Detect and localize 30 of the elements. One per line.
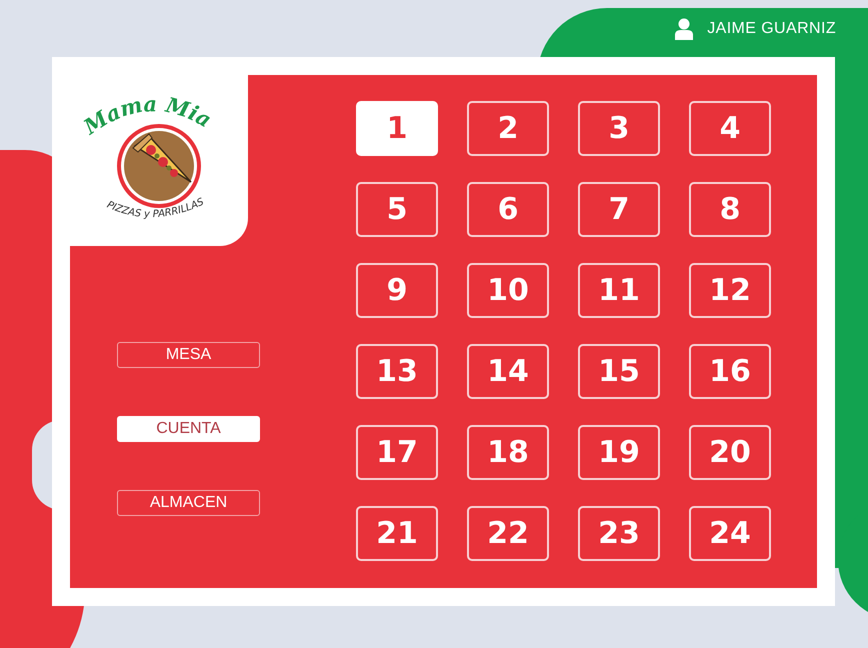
table-button[interactable]: 19	[578, 425, 660, 480]
table-button[interactable]: 11	[578, 263, 660, 318]
table-button[interactable]: 1	[356, 101, 438, 156]
table-button[interactable]: 17	[356, 425, 438, 480]
table-button[interactable]: 4	[689, 101, 771, 156]
logo-title: Mama Mia	[79, 90, 216, 139]
user-name: JAIME GUARNIZ	[707, 18, 836, 38]
table-button[interactable]: 8	[689, 182, 771, 237]
table-button[interactable]: 2	[467, 101, 549, 156]
table-button[interactable]: 24	[689, 506, 771, 561]
table-button[interactable]: 21	[356, 506, 438, 561]
table-button[interactable]: 20	[689, 425, 771, 480]
table-button[interactable]: 23	[578, 506, 660, 561]
table-button[interactable]: 22	[467, 506, 549, 561]
table-button[interactable]: 16	[689, 344, 771, 399]
table-button[interactable]: 12	[689, 263, 771, 318]
menu-button[interactable]: ALMACEN	[117, 490, 260, 516]
user-icon	[675, 18, 694, 40]
table-button[interactable]: 10	[467, 263, 549, 318]
table-button[interactable]: 14	[467, 344, 549, 399]
table-button[interactable]: 18	[467, 425, 549, 480]
menu-button[interactable]: CUENTA	[117, 416, 260, 442]
table-button[interactable]: 13	[356, 344, 438, 399]
table-button[interactable]: 9	[356, 263, 438, 318]
table-button[interactable]: 5	[356, 182, 438, 237]
table-button[interactable]: 6	[467, 182, 549, 237]
menu-button[interactable]: MESA	[117, 342, 260, 368]
table-button[interactable]: 7	[578, 182, 660, 237]
table-button[interactable]: 15	[578, 344, 660, 399]
table-button[interactable]: 3	[578, 101, 660, 156]
